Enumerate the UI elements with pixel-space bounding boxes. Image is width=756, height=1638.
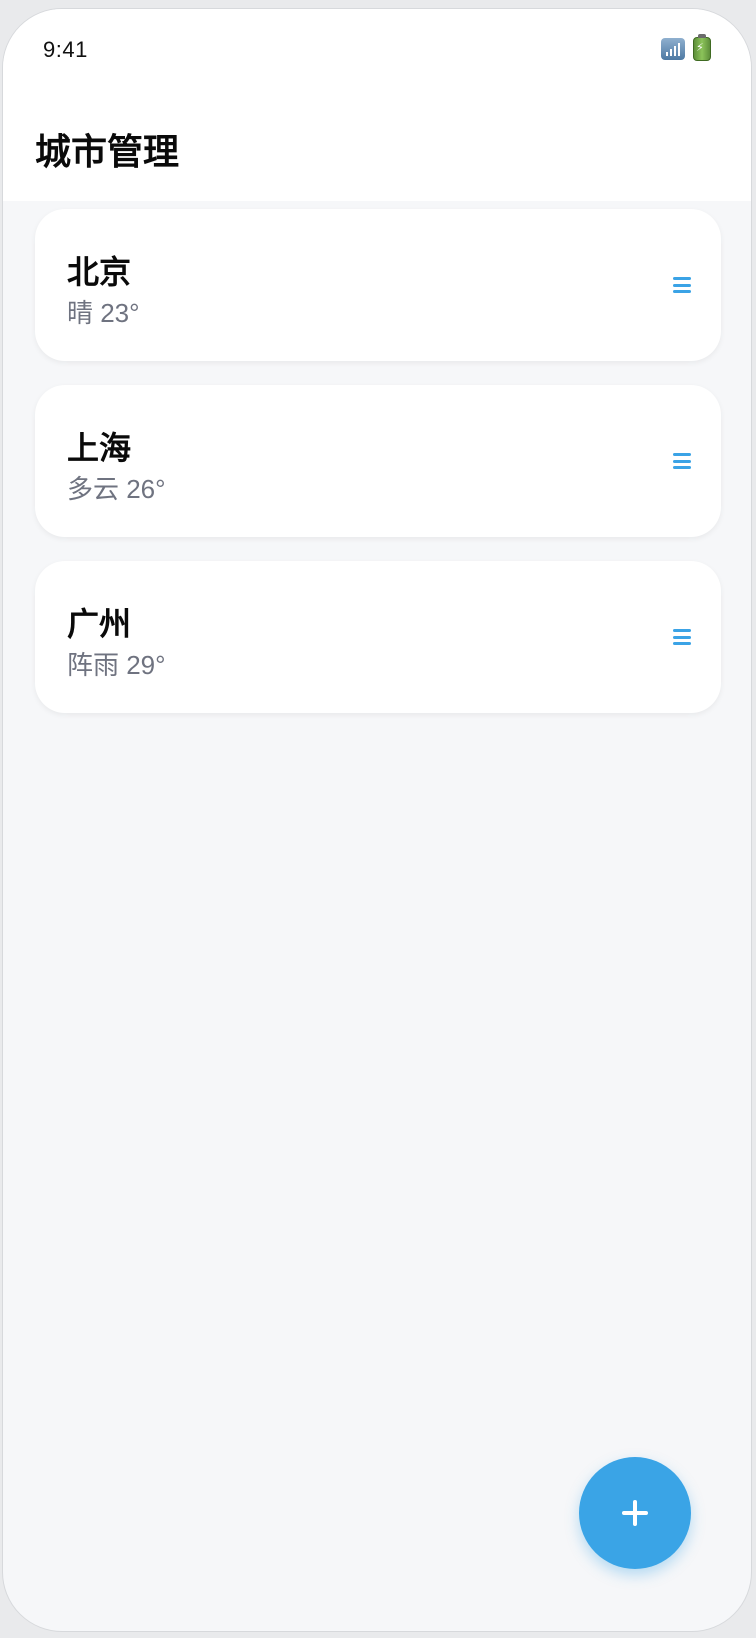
city-card-shanghai[interactable]: 上海 多云 26° [35, 385, 721, 537]
status-time: 9:41 [43, 37, 88, 62]
city-weather: 阵雨 29° [67, 650, 166, 680]
city-card-guangzhou[interactable]: 广州 阵雨 29° [35, 561, 721, 713]
city-weather: 晴 23° [67, 298, 140, 328]
city-name: 上海 [67, 430, 132, 466]
status-bar: 9:41 [3, 9, 751, 89]
signal-icon [661, 38, 685, 60]
battery-icon [693, 34, 711, 61]
phone-screen: 9:41 城市管理 北京 晴 23° 上海 多云 26° 广州 阵雨 29° [2, 8, 752, 1632]
city-weather: 多云 26° [67, 474, 166, 504]
plus-icon [622, 1500, 648, 1526]
add-city-button[interactable] [579, 1457, 691, 1569]
city-list: 北京 晴 23° 上海 多云 26° 广州 阵雨 29° [35, 209, 721, 737]
drag-handle-icon[interactable] [673, 277, 691, 293]
header: 城市管理 [3, 89, 751, 201]
city-name: 广州 [67, 606, 132, 642]
status-icons [661, 34, 711, 61]
city-card-beijing[interactable]: 北京 晴 23° [35, 209, 721, 361]
drag-handle-icon[interactable] [673, 453, 691, 469]
page-title: 城市管理 [35, 131, 180, 172]
city-name: 北京 [67, 254, 132, 290]
drag-handle-icon[interactable] [673, 629, 691, 645]
